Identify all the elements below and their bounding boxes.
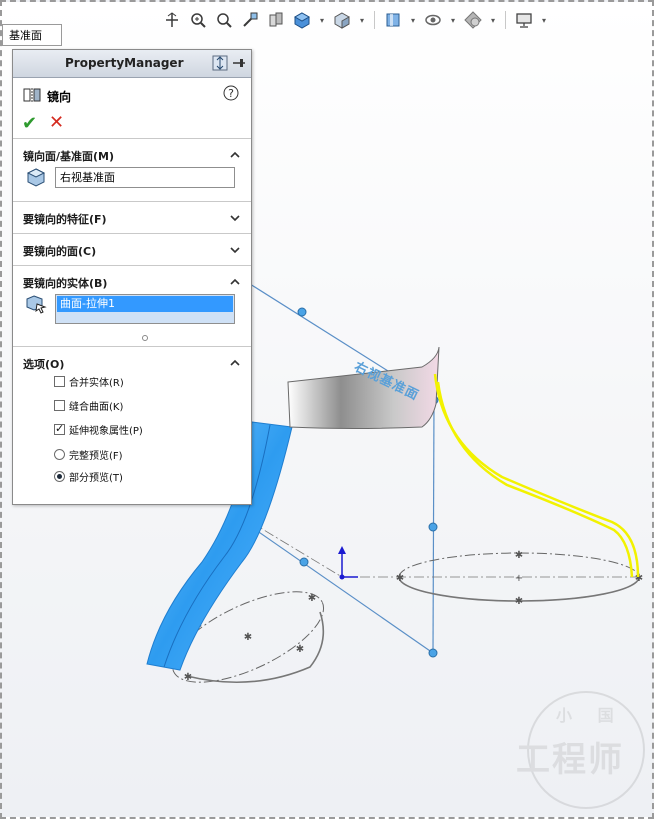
ok-cancel-row: ✔ ✕ xyxy=(13,108,251,138)
group-faces-header[interactable]: 要镜向的面(C) xyxy=(13,234,251,264)
pm-header: PropertyManager xyxy=(13,50,251,78)
toolbar-separator xyxy=(374,11,375,29)
merge-solids-checkbox[interactable] xyxy=(54,376,65,387)
ok-button[interactable]: ✔ xyxy=(22,113,37,134)
svg-text:✱: ✱ xyxy=(184,672,192,683)
watermark-line1: 小 国 xyxy=(556,706,624,725)
group-mirror-plane-header[interactable]: 镜向面/基准面(M) xyxy=(13,139,251,169)
svg-text:?: ? xyxy=(228,87,234,100)
view-orientation-caret[interactable]: ▾ xyxy=(318,16,326,25)
display-style-caret[interactable]: ▾ xyxy=(358,16,366,25)
group-mirror-plane-title: 镜向面/基准面(M) xyxy=(23,150,115,163)
chevron-down-icon[interactable] xyxy=(229,209,241,228)
feature-name: 镜向 xyxy=(47,90,72,104)
partial-preview-option[interactable]: 部分预览(T) xyxy=(54,469,123,484)
group-bodies-header[interactable]: 要镜向的实体(B) xyxy=(13,266,251,296)
group-mirror-plane: 镜向面/基准面(M) 右视基准面 xyxy=(13,138,251,201)
watermark-line2: 工程师 xyxy=(516,740,624,780)
origin-point xyxy=(339,574,345,580)
group-options-header[interactable]: 选项(O) xyxy=(13,347,251,377)
preview-curve-yellow xyxy=(436,381,634,578)
hide-show-items-icon[interactable] xyxy=(383,10,403,30)
expand-icon[interactable] xyxy=(212,55,228,74)
sketch-points: ✱✱✱ ✱+ ✱✱✱ ✱✱ xyxy=(184,550,643,683)
group-features-header[interactable]: 要镜向的特征(F) xyxy=(13,202,251,232)
dynamic-annotation-icon[interactable] xyxy=(266,10,286,30)
full-preview-option[interactable]: 完整预览(F) xyxy=(54,447,123,462)
chevron-up-icon[interactable] xyxy=(229,273,241,292)
svg-text:✱: ✱ xyxy=(515,550,523,561)
knit-surfaces-label: 缝合曲面(K) xyxy=(69,402,124,413)
merge-solids-option[interactable]: 合并实体(R) xyxy=(54,374,124,389)
origin-axis-arrow xyxy=(338,546,346,554)
bodies-list-item[interactable]: 曲面-拉伸1 xyxy=(57,296,233,312)
appearance-caret[interactable]: ▾ xyxy=(449,16,457,25)
cancel-button[interactable]: ✕ xyxy=(49,112,64,133)
knit-surfaces-checkbox[interactable] xyxy=(54,400,65,411)
propagate-visual-label: 延伸视象属性(P) xyxy=(69,426,143,437)
svg-text:✱: ✱ xyxy=(244,632,252,643)
propagate-visual-option[interactable]: 延伸视象属性(P) xyxy=(54,422,143,437)
pm-header-icons xyxy=(212,55,247,74)
svg-text:✱: ✱ xyxy=(396,573,404,584)
plane-handle[interactable] xyxy=(428,522,438,532)
partial-preview-label: 部分预览(T) xyxy=(69,473,123,484)
mirror-feature-icon xyxy=(23,87,41,106)
group-bodies: 要镜向的实体(B) 曲面-拉伸1 xyxy=(13,265,251,346)
heads-up-toolbar: ▾ ▾ ▾ ▾ ▾ ▾ xyxy=(162,6,548,34)
chevron-down-icon[interactable] xyxy=(229,241,241,260)
hide-show-caret[interactable]: ▾ xyxy=(409,16,417,25)
group-bodies-title: 要镜向的实体(B) xyxy=(23,277,108,290)
view-orientation-icon[interactable] xyxy=(292,10,312,30)
property-manager-panel: PropertyManager 镜向 ? ✔ ✕ 镜向面/基准面(M) 右视基准… xyxy=(12,49,252,505)
plane-handle[interactable] xyxy=(299,557,309,567)
full-preview-label: 完整预览(F) xyxy=(69,451,123,462)
chevron-up-icon[interactable] xyxy=(229,354,241,373)
bodies-list[interactable]: 曲面-拉伸1 xyxy=(55,294,235,324)
svg-text:✱: ✱ xyxy=(515,596,523,607)
group-options: 选项(O) 合并实体(R) 缝合曲面(K) 延伸视象属性(P) 完整预览(F) xyxy=(13,346,251,497)
plane-handle[interactable] xyxy=(297,307,307,317)
group-faces: 要镜向的面(C) xyxy=(13,233,251,265)
edit-appearance-icon[interactable] xyxy=(423,10,443,30)
toolbar-separator xyxy=(505,11,506,29)
body-selection-icon xyxy=(25,294,47,318)
mirror-plane-field[interactable]: 右视基准面 xyxy=(55,167,235,188)
preview-curve-yellow xyxy=(433,373,640,578)
apply-scene-icon[interactable] xyxy=(463,10,483,30)
pin-icon[interactable] xyxy=(231,55,247,74)
group-features-title: 要镜向的特征(F) xyxy=(23,213,107,226)
knit-surfaces-option[interactable]: 缝合曲面(K) xyxy=(54,398,123,413)
svg-text:✱: ✱ xyxy=(308,593,316,604)
scene-caret[interactable]: ▾ xyxy=(489,16,497,25)
group-options-title: 选项(O) xyxy=(23,358,65,371)
view-settings-caret[interactable]: ▾ xyxy=(540,16,548,25)
full-preview-radio[interactable] xyxy=(54,449,65,460)
merge-solids-label: 合并实体(R) xyxy=(69,378,124,389)
display-style-icon[interactable] xyxy=(332,10,352,30)
help-icon[interactable]: ? xyxy=(223,85,239,105)
svg-text:+: + xyxy=(515,573,523,584)
view-settings-icon[interactable] xyxy=(514,10,534,30)
previous-view-icon[interactable] xyxy=(214,10,234,30)
zoom-to-area-icon[interactable] xyxy=(188,10,208,30)
partial-preview-radio[interactable] xyxy=(54,471,65,482)
watermark-logo: 小 国 工程师 xyxy=(516,690,651,810)
chevron-up-icon[interactable] xyxy=(229,146,241,165)
feature-title-row: 镜向 ? xyxy=(13,78,251,108)
screenshot-frame: ✱✱✱ ✱+ ✱✱✱ ✱✱ 右视基准面 xyxy=(0,0,654,819)
resize-handle-icon[interactable] xyxy=(141,327,149,346)
zoom-to-fit-icon[interactable] xyxy=(162,10,182,30)
group-features: 要镜向的特征(F) xyxy=(13,201,251,233)
section-view-icon[interactable] xyxy=(240,10,260,30)
plane-handle[interactable] xyxy=(428,648,438,658)
plane-icon xyxy=(26,167,46,191)
pm-header-title: PropertyManager xyxy=(65,56,184,70)
group-faces-title: 要镜向的面(C) xyxy=(23,245,97,258)
svg-text:✱: ✱ xyxy=(296,644,304,655)
feature-tree-tab[interactable]: 基准面 xyxy=(2,24,62,46)
propagate-visual-checkbox[interactable] xyxy=(54,422,65,435)
